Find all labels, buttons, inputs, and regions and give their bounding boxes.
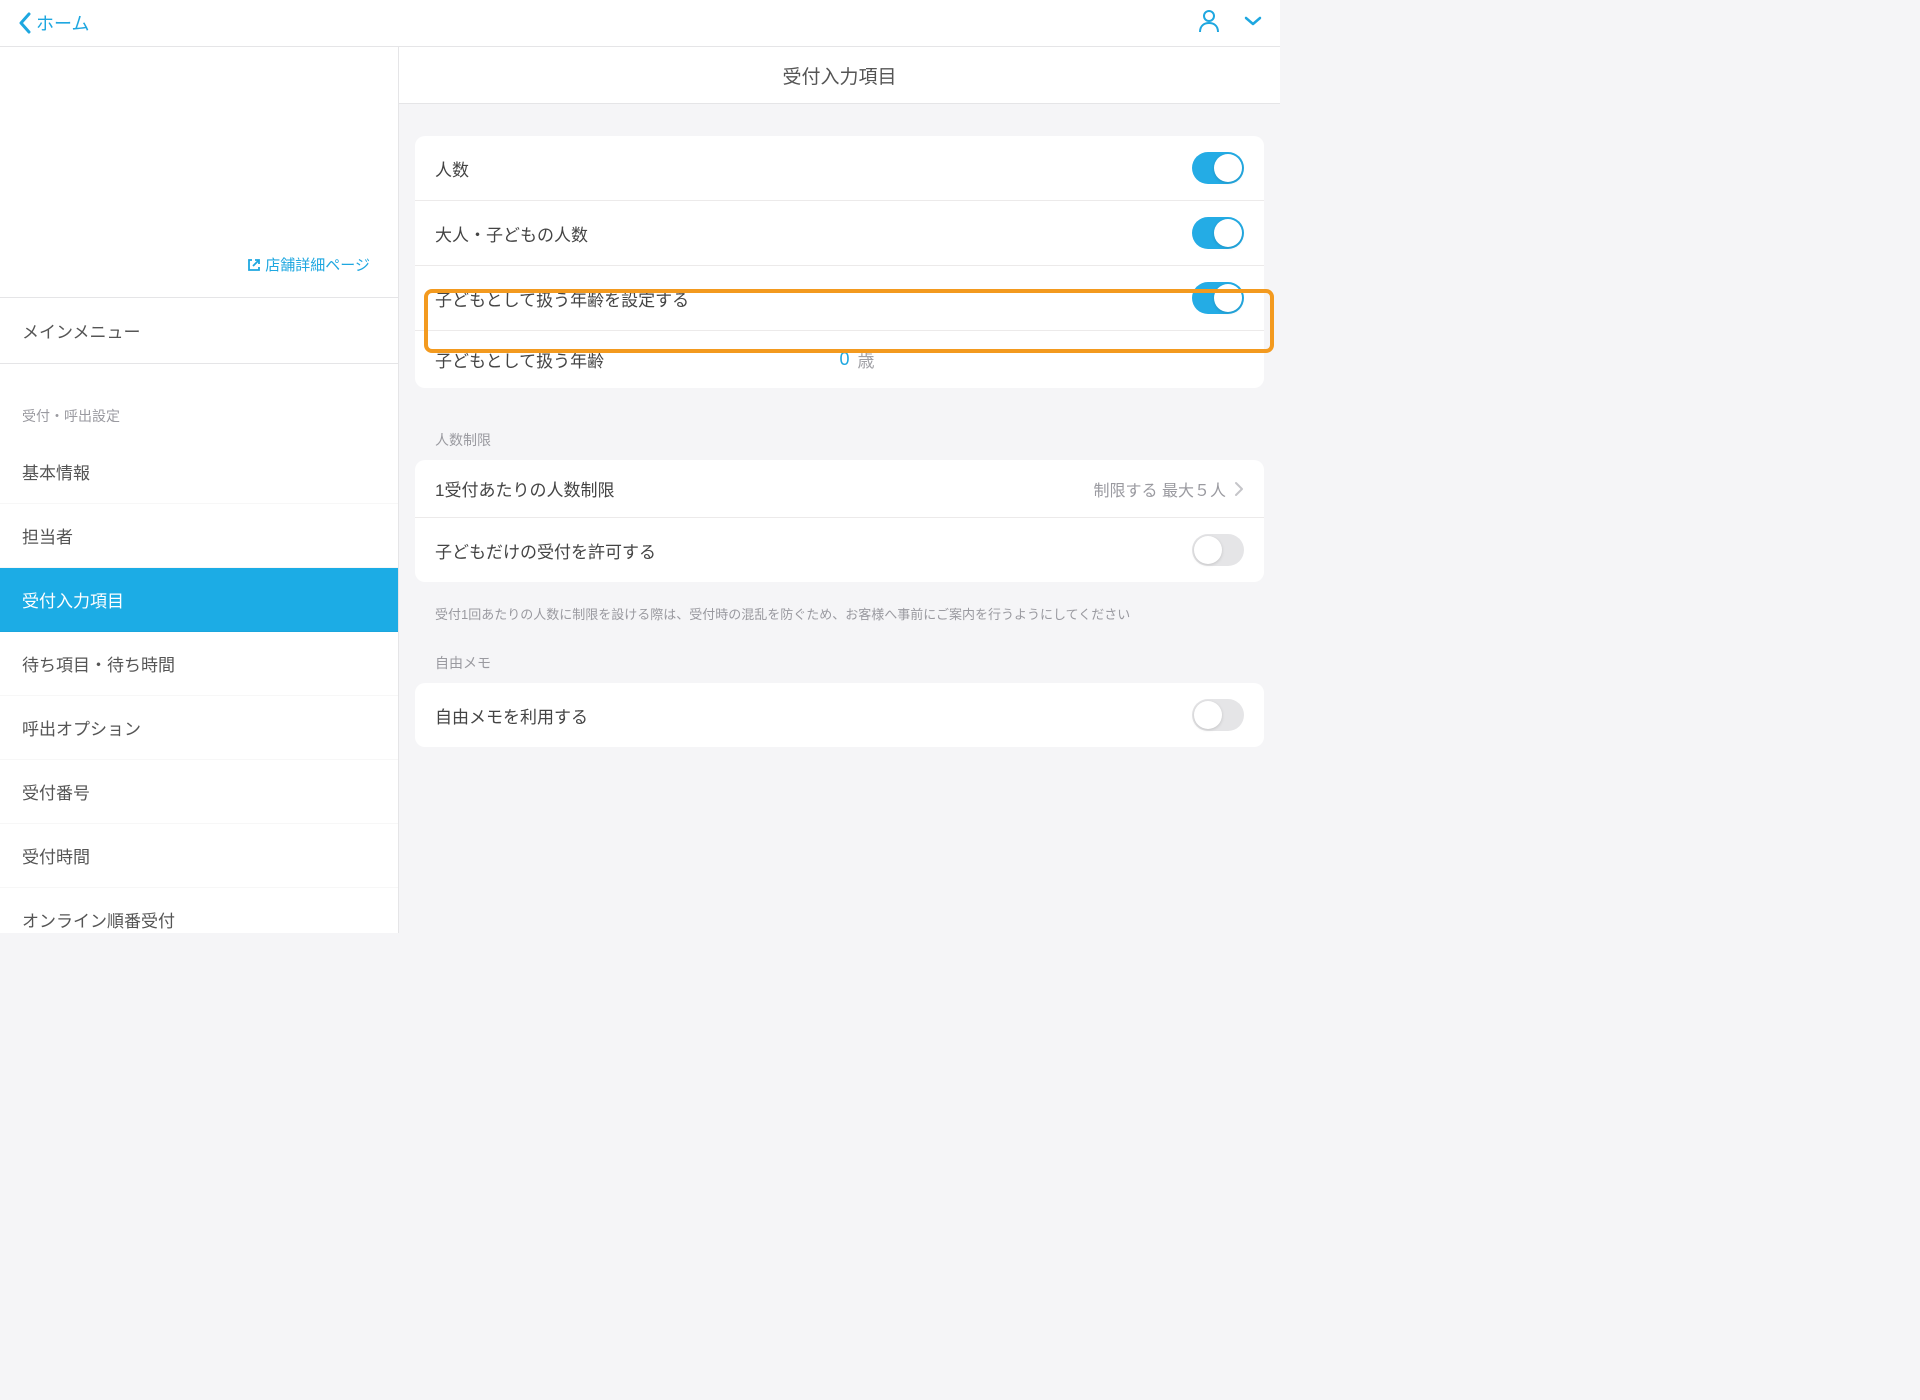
row-label: 子どもだけの受付を許可する <box>435 538 1192 563</box>
row-label: 子どもとして扱う年齢を設定する <box>435 286 1192 311</box>
user-icon[interactable] <box>1198 9 1220 38</box>
row-label: 子どもとして扱う年齢 <box>435 347 840 372</box>
sidebar: 店舗詳細ページ メインメニュー 受付・呼出設定 基本情報担当者受付入力項目待ち項… <box>0 47 399 933</box>
store-detail-link[interactable]: 店舗詳細ページ <box>247 254 370 275</box>
toggle-adult-child-count[interactable] <box>1192 217 1244 249</box>
sidebar-store-area: 店舗詳細ページ <box>0 47 398 298</box>
sidebar-section-label: 受付・呼出設定 <box>0 364 398 440</box>
group-limit-card: 1受付あたりの人数制限 制限する 最大５人 子どもだけの受付を許可する <box>415 460 1264 582</box>
sidebar-item-2[interactable]: 受付入力項目 <box>0 568 398 632</box>
page-title: 受付入力項目 <box>399 47 1280 104</box>
chevron-right-icon <box>1234 481 1244 497</box>
sidebar-item-7[interactable]: オンライン順番受付 <box>0 888 398 933</box>
age-unit: 歳 <box>858 347 875 372</box>
row-value: 制限する 最大５人 <box>1094 477 1244 501</box>
age-value-group: 0 歳 <box>840 347 1002 372</box>
chevron-left-icon <box>18 12 32 34</box>
main-menu-item[interactable]: メインメニュー <box>0 298 398 364</box>
row-allow-children-only: 子どもだけの受付を許可する <box>415 518 1264 582</box>
content-body: 人数 大人・子どもの人数 子どもとして扱う年齢を設定する 子どもとして扱う年齢 … <box>399 104 1280 791</box>
header-right <box>1198 9 1262 38</box>
sidebar-item-5[interactable]: 受付番号 <box>0 760 398 824</box>
sidebar-item-3[interactable]: 待ち項目・待ち時間 <box>0 632 398 696</box>
toggle-child-age-setting[interactable] <box>1192 282 1244 314</box>
external-link-icon <box>247 258 261 272</box>
row-label: 1受付あたりの人数制限 <box>435 476 1094 501</box>
group-label-memo: 自由メモ <box>415 623 1264 683</box>
toggle-people-count[interactable] <box>1192 152 1244 184</box>
group-memo-card: 自由メモを利用する <box>415 683 1264 747</box>
age-value: 0 <box>840 349 850 370</box>
content-pane: 受付入力項目 人数 大人・子どもの人数 子どもとして扱う年齢を設定する 子どもと… <box>399 47 1280 933</box>
sidebar-item-6[interactable]: 受付時間 <box>0 824 398 888</box>
toggle-allow-children-only[interactable] <box>1192 534 1244 566</box>
toggle-free-memo[interactable] <box>1192 699 1244 731</box>
row-label: 自由メモを利用する <box>435 703 1192 728</box>
app-header: ホーム <box>0 0 1280 47</box>
row-people-count: 人数 <box>415 136 1264 201</box>
back-label: ホーム <box>36 10 89 36</box>
back-button[interactable]: ホーム <box>18 10 89 36</box>
layout: 店舗詳細ページ メインメニュー 受付・呼出設定 基本情報担当者受付入力項目待ち項… <box>0 47 1280 933</box>
sidebar-item-1[interactable]: 担当者 <box>0 504 398 568</box>
limit-value: 制限する 最大５人 <box>1094 477 1226 501</box>
row-label: 大人・子どもの人数 <box>435 221 1192 246</box>
row-label: 人数 <box>435 156 1192 181</box>
row-child-age-setting: 子どもとして扱う年齢を設定する <box>415 266 1264 331</box>
group-label-limit: 人数制限 <box>415 400 1264 460</box>
store-detail-label: 店舗詳細ページ <box>265 254 370 275</box>
row-child-age-value[interactable]: 子どもとして扱う年齢 0 歳 <box>415 331 1264 388</box>
group-people-card: 人数 大人・子どもの人数 子どもとして扱う年齢を設定する 子どもとして扱う年齢 … <box>415 136 1264 388</box>
row-free-memo: 自由メモを利用する <box>415 683 1264 747</box>
chevron-down-icon[interactable] <box>1244 14 1262 32</box>
sidebar-item-4[interactable]: 呼出オプション <box>0 696 398 760</box>
sidebar-item-0[interactable]: 基本情報 <box>0 440 398 504</box>
row-limit-per-registration[interactable]: 1受付あたりの人数制限 制限する 最大５人 <box>415 460 1264 518</box>
row-adult-child-count: 大人・子どもの人数 <box>415 201 1264 266</box>
help-text-limit: 受付1回あたりの人数に制限を設ける際は、受付時の混乱を防ぐため、お客様へ事前にご… <box>415 594 1264 623</box>
